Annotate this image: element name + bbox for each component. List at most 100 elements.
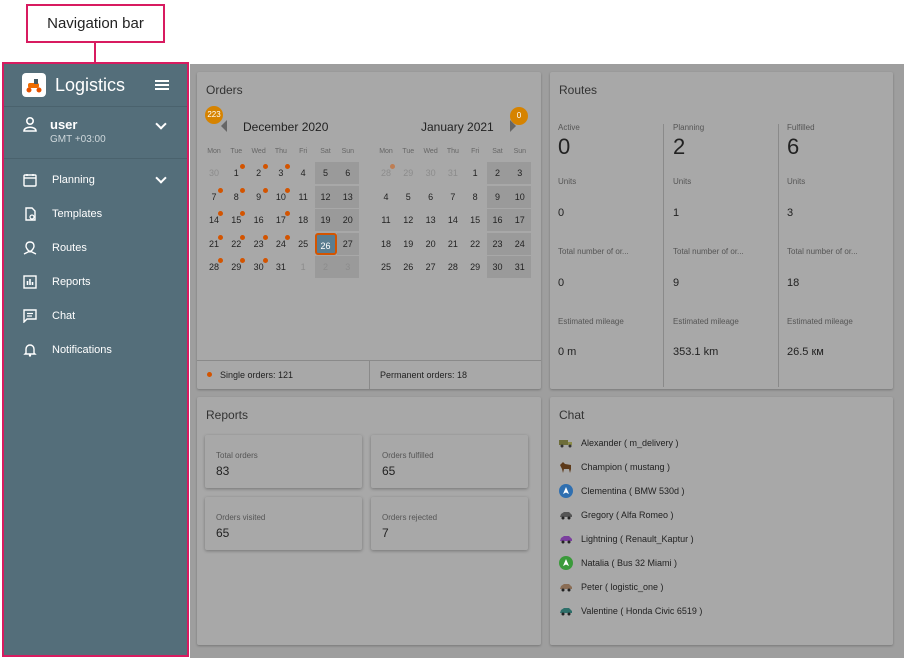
calendar-day[interactable]: 30 (203, 162, 225, 184)
sidebar-item-chat[interactable]: Chat (4, 299, 187, 333)
calendar-day[interactable]: 29 (464, 256, 486, 278)
calendar-day[interactable]: 29 (225, 256, 247, 278)
calendar-day[interactable]: 21 (442, 233, 464, 255)
report-tile[interactable]: Orders visited 65 (205, 497, 362, 550)
calendar-day[interactable]: 1 (292, 256, 314, 278)
calendar-day[interactable]: 10 (270, 186, 292, 208)
sidebar-item-routes[interactable]: Routes (4, 231, 187, 265)
calendar-day[interactable]: 31 (508, 256, 531, 278)
calendar-day[interactable]: 4 (375, 186, 397, 208)
calendar-day-number: 27 (342, 238, 353, 249)
calendar-day[interactable]: 25 (292, 233, 314, 255)
calendar-day[interactable]: 8 (225, 186, 247, 208)
calendar-day[interactable]: 4 (292, 162, 314, 184)
calendar-day[interactable]: 2 (314, 256, 337, 278)
order-dot-icon (218, 258, 223, 263)
calendar-day[interactable]: 29 (397, 162, 419, 184)
calendar-day[interactable]: 3 (270, 162, 292, 184)
calendar-day[interactable]: 14 (442, 209, 464, 231)
sidebar-item-reports[interactable]: Reports (4, 265, 187, 299)
calendar-day[interactable]: 8 (464, 186, 486, 208)
calendar-day[interactable]: 12 (314, 185, 337, 208)
chat-list-item[interactable]: Gregory ( Alfa Romeo ) (559, 507, 674, 523)
calendar-day[interactable]: 11 (375, 209, 397, 231)
calendar-day[interactable]: 14 (203, 209, 225, 231)
calendar-day[interactable]: 17 (508, 209, 531, 231)
calendar-day[interactable]: 23 (248, 233, 270, 255)
calendar-day[interactable]: 19 (314, 209, 337, 231)
calendar-day[interactable]: 13 (336, 185, 359, 208)
report-tile[interactable]: Total orders 83 (205, 435, 362, 488)
calendar-day[interactable]: 22 (225, 233, 247, 255)
single-order-dot-icon (207, 372, 212, 377)
calendar-day[interactable]: 28 (375, 162, 397, 184)
calendar-day[interactable]: 18 (292, 209, 314, 231)
calendar-day[interactable]: 5 (397, 186, 419, 208)
calendar-day[interactable]: 6 (336, 162, 359, 184)
calendar-day[interactable]: 26 (397, 256, 419, 278)
calendar-day[interactable]: 25 (375, 256, 397, 278)
chevron-down-icon[interactable] (155, 172, 167, 184)
calendar-day[interactable]: 3 (508, 162, 531, 184)
calendar-day[interactable]: 16 (486, 209, 509, 231)
calendar-day[interactable]: 18 (375, 233, 397, 255)
report-tile[interactable]: Orders rejected 7 (371, 497, 528, 550)
calendar-day[interactable]: 30 (420, 162, 442, 184)
chat-list-item[interactable]: Valentine ( Honda Civic 6519 ) (559, 603, 702, 619)
calendar-day[interactable]: 23 (486, 232, 509, 255)
calendar-day[interactable]: 6 (420, 186, 442, 208)
calendar-day[interactable]: 31 (270, 256, 292, 278)
user-menu[interactable]: user GMT +03:00 (4, 107, 187, 159)
chevron-left-icon[interactable] (221, 120, 227, 132)
calendar-day[interactable]: 7 (203, 186, 225, 208)
calendar-day[interactable]: 30 (486, 256, 509, 278)
user-name: user (50, 116, 78, 132)
calendar-day[interactable]: 31 (442, 162, 464, 184)
calendar-day[interactable]: 11 (292, 186, 314, 208)
calendar-day[interactable]: 19 (397, 233, 419, 255)
calendar-day[interactable]: 28 (442, 256, 464, 278)
chat-list-item[interactable]: Clementina ( BMW 530d ) (559, 483, 685, 499)
calendar-day[interactable]: 5 (314, 162, 337, 184)
chat-list-item[interactable]: Alexander ( m_delivery ) (559, 435, 679, 451)
chevron-down-icon[interactable] (155, 118, 167, 130)
calendar-day[interactable]: 2 (248, 162, 270, 184)
calendar-day[interactable]: 1 (225, 162, 247, 184)
calendar-day[interactable]: 27 (420, 256, 442, 278)
calendar-day[interactable]: 20 (336, 209, 359, 231)
calendar-day[interactable]: 9 (486, 185, 509, 208)
calendar-day[interactable]: 17 (270, 209, 292, 231)
calendar-day[interactable]: 24 (508, 232, 531, 255)
sidebar-item-notifications[interactable]: Notifications (4, 333, 187, 367)
chat-list-item[interactable]: Champion ( mustang ) (559, 459, 670, 475)
orders-total-value: 9 (673, 277, 680, 289)
sidebar-item-planning[interactable]: Planning (4, 163, 187, 197)
calendar-day[interactable]: 21 (203, 233, 225, 255)
calendar-day[interactable]: 2 (486, 162, 509, 184)
calendar-day[interactable]: 30 (248, 256, 270, 278)
calendar-day[interactable]: 13 (420, 209, 442, 231)
menu-icon[interactable] (155, 78, 169, 92)
sidebar-item-templates[interactable]: Templates (4, 197, 187, 231)
calendar-day[interactable]: 15 (464, 209, 486, 231)
chat-list-item[interactable]: Natalia ( Bus 32 Miami ) (559, 555, 677, 571)
report-tile[interactable]: Orders fulfilled 65 (371, 435, 528, 488)
calendar-day[interactable]: 16 (248, 209, 270, 231)
calendar-day[interactable]: 1 (464, 162, 486, 184)
chat-list-item[interactable]: Peter ( logistic_one ) (559, 579, 664, 595)
calendar-day-selected[interactable]: 26 (314, 232, 337, 255)
chevron-right-icon[interactable] (510, 120, 516, 132)
calendar-day[interactable]: 22 (464, 233, 486, 255)
weekday-label: Mon (207, 148, 221, 155)
calendar-day[interactable]: 12 (397, 209, 419, 231)
calendar-day[interactable]: 3 (336, 256, 359, 278)
chat-list-item[interactable]: Lightning ( Renault_Kaptur ) (559, 531, 694, 547)
calendar-day[interactable]: 10 (508, 185, 531, 208)
calendar-day[interactable]: 28 (203, 256, 225, 278)
calendar-day[interactable]: 9 (248, 186, 270, 208)
calendar-day[interactable]: 27 (336, 232, 359, 255)
calendar-day[interactable]: 7 (442, 186, 464, 208)
calendar-day[interactable]: 24 (270, 233, 292, 255)
calendar-day[interactable]: 15 (225, 209, 247, 231)
calendar-day[interactable]: 20 (420, 233, 442, 255)
